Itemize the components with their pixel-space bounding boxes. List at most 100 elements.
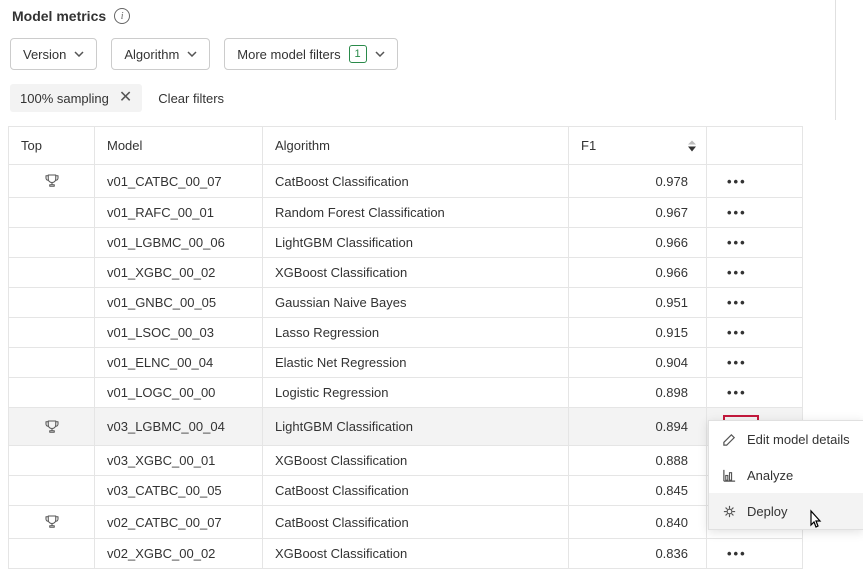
algorithm-cell: Elastic Net Regression (263, 348, 569, 378)
top-cell (9, 288, 95, 318)
more-actions-icon[interactable]: ••• (723, 174, 751, 189)
actions-cell: ••• (707, 228, 803, 258)
model-cell: v01_LGBMC_00_06 (95, 228, 263, 258)
algorithm-filter-label: Algorithm (124, 47, 179, 62)
menu-item-deploy[interactable]: Deploy (709, 493, 863, 529)
algorithm-cell: Logistic Regression (263, 378, 569, 408)
more-actions-icon[interactable]: ••• (723, 205, 751, 220)
chevron-down-icon (74, 51, 84, 57)
version-filter[interactable]: Version (10, 38, 97, 70)
top-cell (9, 348, 95, 378)
model-cell: v02_XGBC_00_02 (95, 539, 263, 569)
model-cell: v01_GNBC_00_05 (95, 288, 263, 318)
trophy-icon (21, 418, 82, 436)
more-actions-icon[interactable]: ••• (723, 295, 751, 310)
f1-cell: 0.978 (569, 165, 707, 198)
menu-item-analyze[interactable]: Analyze (709, 457, 863, 493)
more-filters-count: 1 (349, 45, 367, 63)
clear-filters[interactable]: Clear filters (158, 91, 224, 106)
table-row: v01_LSOC_00_03Lasso Regression0.915 ••• (9, 318, 803, 348)
pencil-icon (721, 431, 737, 447)
actions-cell: ••• (707, 165, 803, 198)
table-row: v01_GNBC_00_05Gaussian Naive Bayes0.951 •… (9, 288, 803, 318)
algorithm-cell: XGBoost Classification (263, 258, 569, 288)
more-filters-label: More model filters (237, 47, 340, 62)
close-icon[interactable]: ✕ (119, 90, 132, 106)
f1-cell: 0.904 (569, 348, 707, 378)
more-actions-icon[interactable]: ••• (723, 325, 751, 340)
algorithm-cell: LightGBM Classification (263, 408, 569, 446)
actions-cell: ••• (707, 288, 803, 318)
model-cell: v01_LOGC_00_00 (95, 378, 263, 408)
more-actions-icon[interactable]: ••• (723, 265, 751, 280)
context-menu: Edit model details Analyze Deploy (708, 420, 863, 530)
f1-cell: 0.840 (569, 506, 707, 539)
info-icon[interactable]: i (114, 8, 130, 24)
f1-cell: 0.966 (569, 258, 707, 288)
trophy-icon (21, 513, 82, 531)
table-row: v02_XGBC_00_02XGBoost Classification0.83… (9, 539, 803, 569)
menu-item-edit[interactable]: Edit model details (709, 421, 863, 457)
f1-cell: 0.898 (569, 378, 707, 408)
version-filter-label: Version (23, 47, 66, 62)
menu-item-label: Analyze (747, 468, 793, 483)
chevron-down-icon (375, 51, 385, 57)
model-cell: v01_LSOC_00_03 (95, 318, 263, 348)
filter-chip-label: 100% sampling (20, 91, 109, 106)
model-cell: v03_XGBC_00_01 (95, 446, 263, 476)
col-header-algorithm[interactable]: Algorithm (263, 127, 569, 165)
col-header-model[interactable]: Model (95, 127, 263, 165)
table-row: v01_ELNC_00_04Elastic Net Regression0.90… (9, 348, 803, 378)
algorithm-filter[interactable]: Algorithm (111, 38, 210, 70)
page-title: Model metrics (12, 8, 106, 24)
more-actions-icon[interactable]: ••• (723, 385, 751, 400)
actions-cell: ••• (707, 318, 803, 348)
table-row: v02_CATBC_00_07CatBoost Classification0.… (9, 506, 803, 539)
table-row: v03_LGBMC_00_04LightGBM Classification0.… (9, 408, 803, 446)
more-actions-icon[interactable]: ••• (723, 546, 751, 561)
top-cell (9, 378, 95, 408)
col-header-actions (707, 127, 803, 165)
model-cell: v01_RAFC_00_01 (95, 198, 263, 228)
chevron-down-icon (187, 51, 197, 57)
algorithm-cell: Lasso Regression (263, 318, 569, 348)
table-row: v01_LOGC_00_00Logistic Regression0.898 ••… (9, 378, 803, 408)
deploy-icon (721, 503, 737, 519)
more-actions-icon[interactable]: ••• (723, 355, 751, 370)
table-row: v01_CATBC_00_07CatBoost Classification0.… (9, 165, 803, 198)
more-actions-icon[interactable]: ••• (723, 235, 751, 250)
algorithm-cell: Gaussian Naive Bayes (263, 288, 569, 318)
f1-cell: 0.894 (569, 408, 707, 446)
top-cell (9, 258, 95, 288)
col-header-top[interactable]: Top (9, 127, 95, 165)
top-cell (9, 408, 95, 446)
model-cell: v03_LGBMC_00_04 (95, 408, 263, 446)
table-row: v01_XGBC_00_02XGBoost Classification0.96… (9, 258, 803, 288)
model-cell: v03_CATBC_00_05 (95, 476, 263, 506)
top-cell (9, 506, 95, 539)
menu-item-label: Edit model details (747, 432, 850, 447)
top-cell (9, 165, 95, 198)
algorithm-cell: LightGBM Classification (263, 228, 569, 258)
more-filters[interactable]: More model filters 1 (224, 38, 397, 70)
f1-cell: 0.966 (569, 228, 707, 258)
divider (835, 0, 836, 120)
f1-cell: 0.888 (569, 446, 707, 476)
col-header-f1-label: F1 (581, 138, 596, 153)
model-cell: v01_ELNC_00_04 (95, 348, 263, 378)
filter-chip-sampling[interactable]: 100% sampling ✕ (10, 84, 142, 112)
actions-cell: ••• (707, 198, 803, 228)
actions-cell: ••• (707, 378, 803, 408)
f1-cell: 0.845 (569, 476, 707, 506)
algorithm-cell: CatBoost Classification (263, 506, 569, 539)
top-cell (9, 476, 95, 506)
actions-cell: ••• (707, 539, 803, 569)
f1-cell: 0.836 (569, 539, 707, 569)
algorithm-cell: CatBoost Classification (263, 476, 569, 506)
model-cell: v01_XGBC_00_02 (95, 258, 263, 288)
top-cell (9, 228, 95, 258)
col-header-f1[interactable]: F1 (569, 127, 707, 165)
f1-cell: 0.951 (569, 288, 707, 318)
top-cell (9, 318, 95, 348)
f1-cell: 0.915 (569, 318, 707, 348)
